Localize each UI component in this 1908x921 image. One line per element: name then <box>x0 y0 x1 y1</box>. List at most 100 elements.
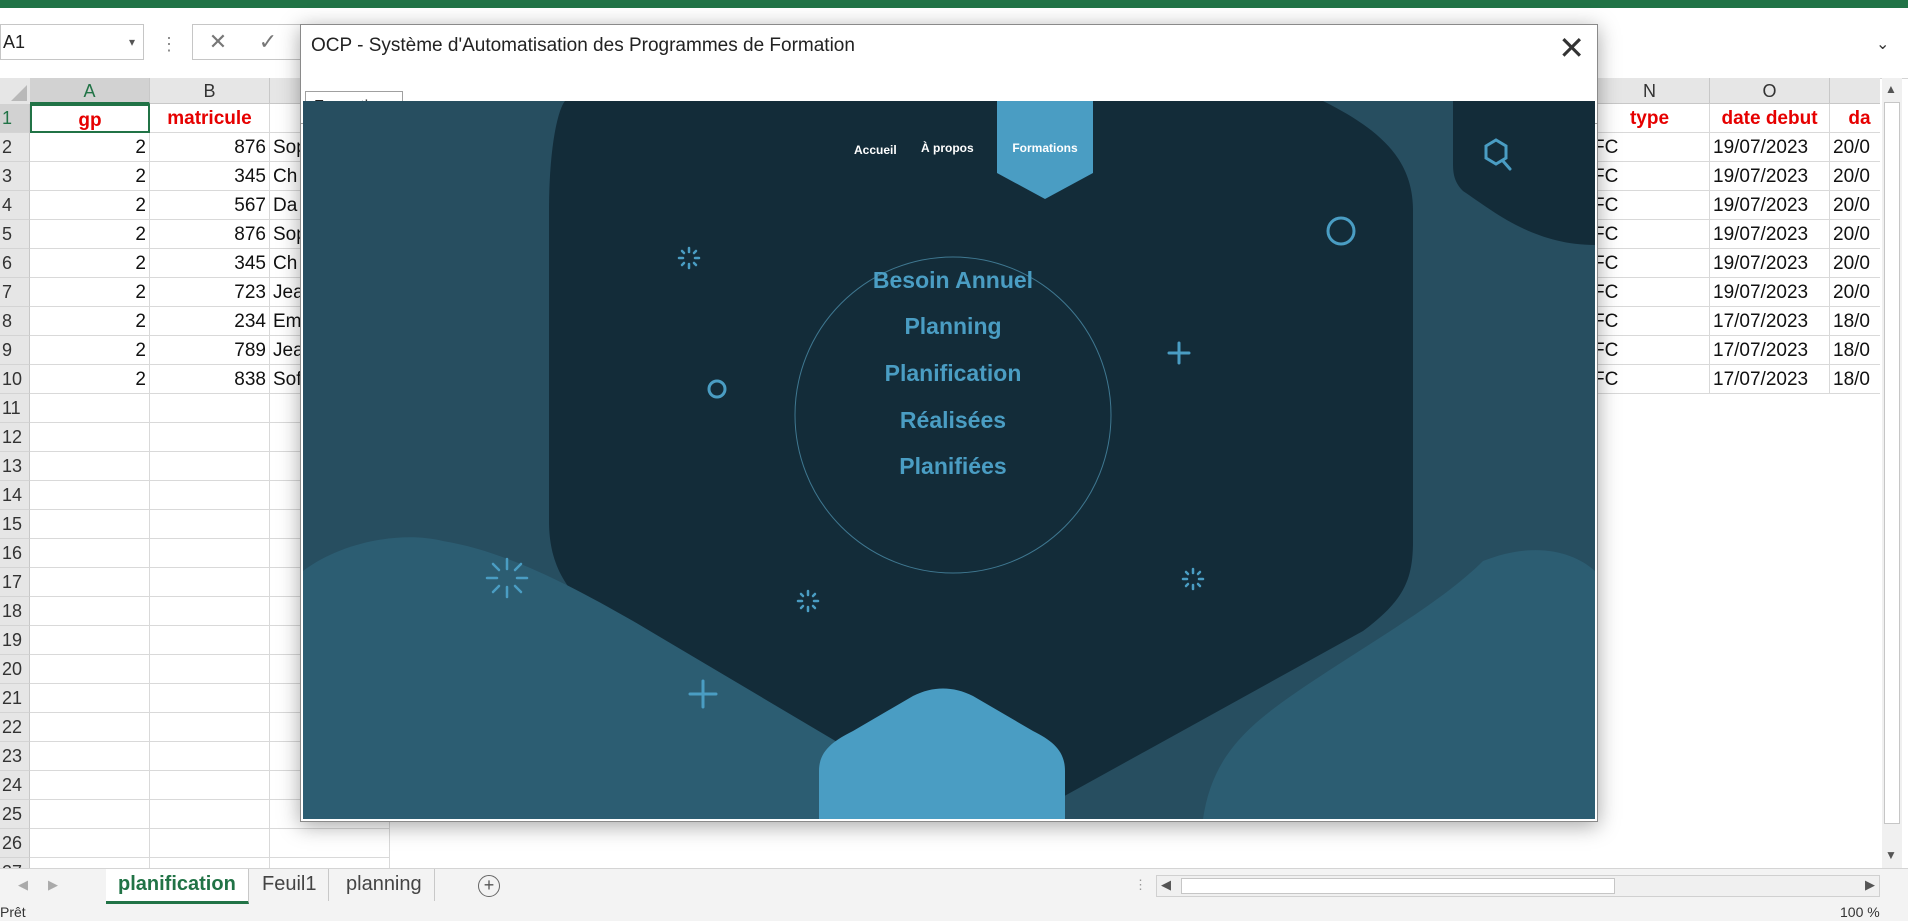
sheet-tab-planification[interactable]: planification <box>106 869 249 904</box>
empty-cell[interactable] <box>270 858 390 868</box>
table-cell[interactable]: 2 <box>30 365 150 394</box>
empty-cell[interactable] <box>30 539 150 568</box>
table-cell[interactable]: 876 <box>150 133 270 162</box>
table-cell[interactable]: 18/0 <box>1830 336 1880 365</box>
table-cell[interactable]: 723 <box>150 278 270 307</box>
row-header[interactable]: 16 <box>0 539 30 568</box>
empty-cell[interactable] <box>30 684 150 713</box>
empty-cell[interactable] <box>30 858 150 868</box>
scroll-left-icon[interactable]: ◀ <box>1161 877 1171 893</box>
scroll-right-icon[interactable]: ▶ <box>1865 877 1875 893</box>
empty-cell[interactable] <box>30 481 150 510</box>
select-all-button[interactable] <box>0 78 31 105</box>
table-cell[interactable]: FC <box>1590 249 1710 278</box>
empty-cell[interactable] <box>30 452 150 481</box>
empty-cell[interactable] <box>30 423 150 452</box>
menu-realisees[interactable]: Réalisées <box>803 407 1103 434</box>
column-header-b[interactable]: B <box>150 78 270 104</box>
table-cell[interactable]: FC <box>1590 133 1710 162</box>
row-header[interactable]: 11 <box>0 394 30 423</box>
table-cell[interactable]: 19/07/2023 <box>1710 162 1830 191</box>
header-cell[interactable]: type <box>1590 104 1710 133</box>
table-cell[interactable]: 18/0 <box>1830 307 1880 336</box>
name-box[interactable]: A1 ▾ <box>0 24 144 60</box>
empty-cell[interactable] <box>150 626 270 655</box>
empty-cell[interactable] <box>30 829 150 858</box>
table-cell[interactable]: 345 <box>150 249 270 278</box>
table-cell[interactable]: 2 <box>30 336 150 365</box>
row-header[interactable]: 27 <box>0 858 30 868</box>
row-header[interactable]: 1 <box>0 104 30 133</box>
empty-cell[interactable] <box>30 771 150 800</box>
empty-cell[interactable] <box>150 684 270 713</box>
chevron-down-icon[interactable]: ▾ <box>129 25 135 59</box>
empty-cell[interactable] <box>150 452 270 481</box>
table-cell[interactable]: 2 <box>30 133 150 162</box>
table-cell[interactable]: 345 <box>150 162 270 191</box>
table-cell[interactable]: 838 <box>150 365 270 394</box>
row-header[interactable]: 8 <box>0 307 30 336</box>
table-cell[interactable]: 2 <box>30 162 150 191</box>
next-sheet-icon[interactable]: ▶ <box>48 877 58 893</box>
row-header[interactable]: 23 <box>0 742 30 771</box>
empty-cell[interactable] <box>30 742 150 771</box>
empty-cell[interactable] <box>30 510 150 539</box>
scroll-thumb[interactable] <box>1884 102 1900 824</box>
table-cell[interactable]: 2 <box>30 249 150 278</box>
column-header-p[interactable] <box>1830 78 1880 104</box>
row-header[interactable]: 26 <box>0 829 30 858</box>
drag-handle-icon[interactable]: ⋮ <box>160 34 178 55</box>
table-cell[interactable]: 20/0 <box>1830 162 1880 191</box>
empty-cell[interactable] <box>150 858 270 868</box>
table-cell[interactable]: 19/07/2023 <box>1710 278 1830 307</box>
row-header[interactable]: 19 <box>0 626 30 655</box>
empty-cell[interactable] <box>150 713 270 742</box>
empty-cell[interactable] <box>30 626 150 655</box>
empty-cell[interactable] <box>30 394 150 423</box>
empty-cell[interactable] <box>30 800 150 829</box>
row-header[interactable]: 6 <box>0 249 30 278</box>
check-icon[interactable]: ✓ <box>243 25 293 59</box>
search-icon[interactable] <box>1479 133 1515 169</box>
empty-cell[interactable] <box>150 829 270 858</box>
table-cell[interactable]: FC <box>1590 191 1710 220</box>
empty-cell[interactable] <box>30 713 150 742</box>
row-header[interactable]: 24 <box>0 771 30 800</box>
horizontal-scrollbar[interactable]: ◀ ▶ <box>1156 875 1880 897</box>
row-header[interactable]: 22 <box>0 713 30 742</box>
empty-cell[interactable] <box>30 655 150 684</box>
row-header[interactable]: 9 <box>0 336 30 365</box>
row-header[interactable]: 10 <box>0 365 30 394</box>
row-header[interactable]: 15 <box>0 510 30 539</box>
empty-cell[interactable] <box>270 829 390 858</box>
split-handle-icon[interactable]: ⋮ <box>1134 877 1147 893</box>
table-cell[interactable]: FC <box>1590 365 1710 394</box>
menu-planification[interactable]: Planification <box>803 360 1103 387</box>
nav-formations[interactable]: Formations <box>997 141 1093 155</box>
row-header[interactable]: 18 <box>0 597 30 626</box>
row-header[interactable]: 13 <box>0 452 30 481</box>
empty-cell[interactable] <box>30 568 150 597</box>
column-header-a[interactable]: A <box>30 78 150 104</box>
table-cell[interactable]: FC <box>1590 336 1710 365</box>
row-header[interactable]: 17 <box>0 568 30 597</box>
row-header[interactable]: 7 <box>0 278 30 307</box>
table-cell[interactable]: 567 <box>150 191 270 220</box>
table-cell[interactable]: 20/0 <box>1830 191 1880 220</box>
row-header[interactable]: 4 <box>0 191 30 220</box>
column-header-n[interactable]: N <box>1590 78 1710 104</box>
table-cell[interactable]: 876 <box>150 220 270 249</box>
table-cell[interactable]: 19/07/2023 <box>1710 133 1830 162</box>
table-cell[interactable]: 20/0 <box>1830 249 1880 278</box>
expand-formula-icon[interactable]: ⌄ <box>1876 34 1889 54</box>
table-cell[interactable]: 234 <box>150 307 270 336</box>
table-cell[interactable]: 17/07/2023 <box>1710 336 1830 365</box>
row-header[interactable]: 5 <box>0 220 30 249</box>
table-cell[interactable]: 19/07/2023 <box>1710 249 1830 278</box>
empty-cell[interactable] <box>150 423 270 452</box>
table-cell[interactable]: 17/07/2023 <box>1710 307 1830 336</box>
cancel-icon[interactable]: ✕ <box>193 25 243 59</box>
empty-cell[interactable] <box>150 771 270 800</box>
table-cell[interactable]: 2 <box>30 191 150 220</box>
empty-cell[interactable] <box>150 568 270 597</box>
